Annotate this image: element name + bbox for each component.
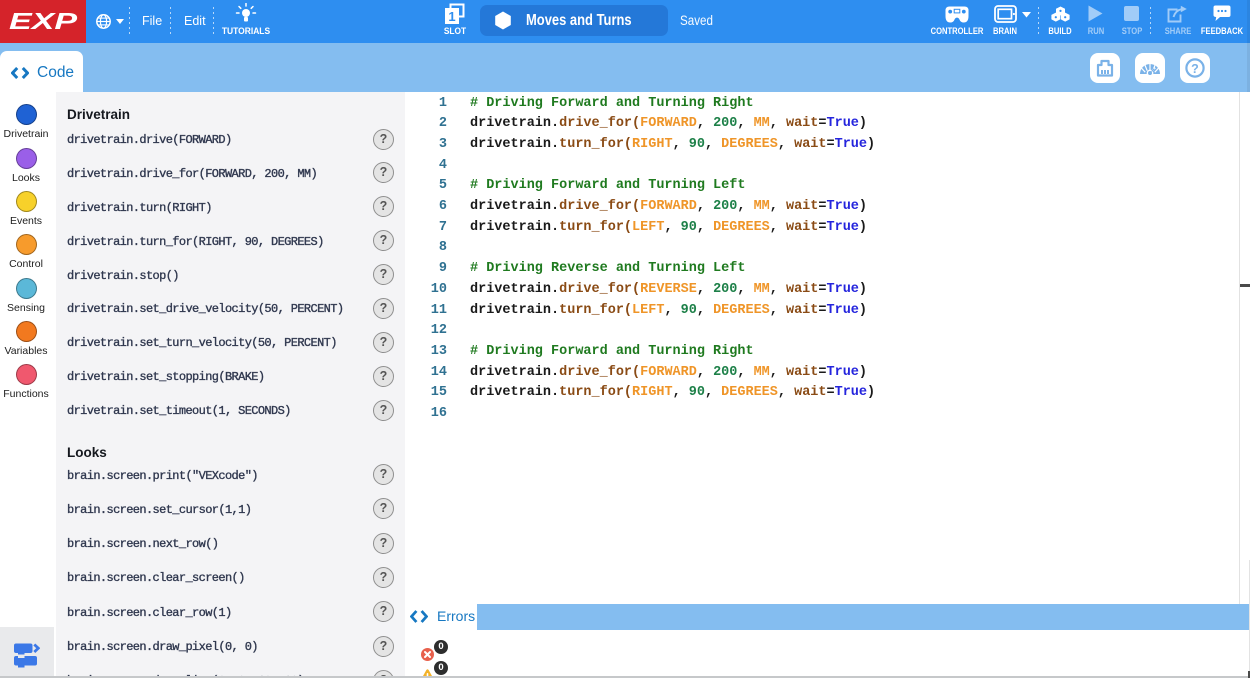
svg-text:1: 1: [448, 9, 455, 24]
svg-text:?: ?: [1191, 62, 1199, 76]
